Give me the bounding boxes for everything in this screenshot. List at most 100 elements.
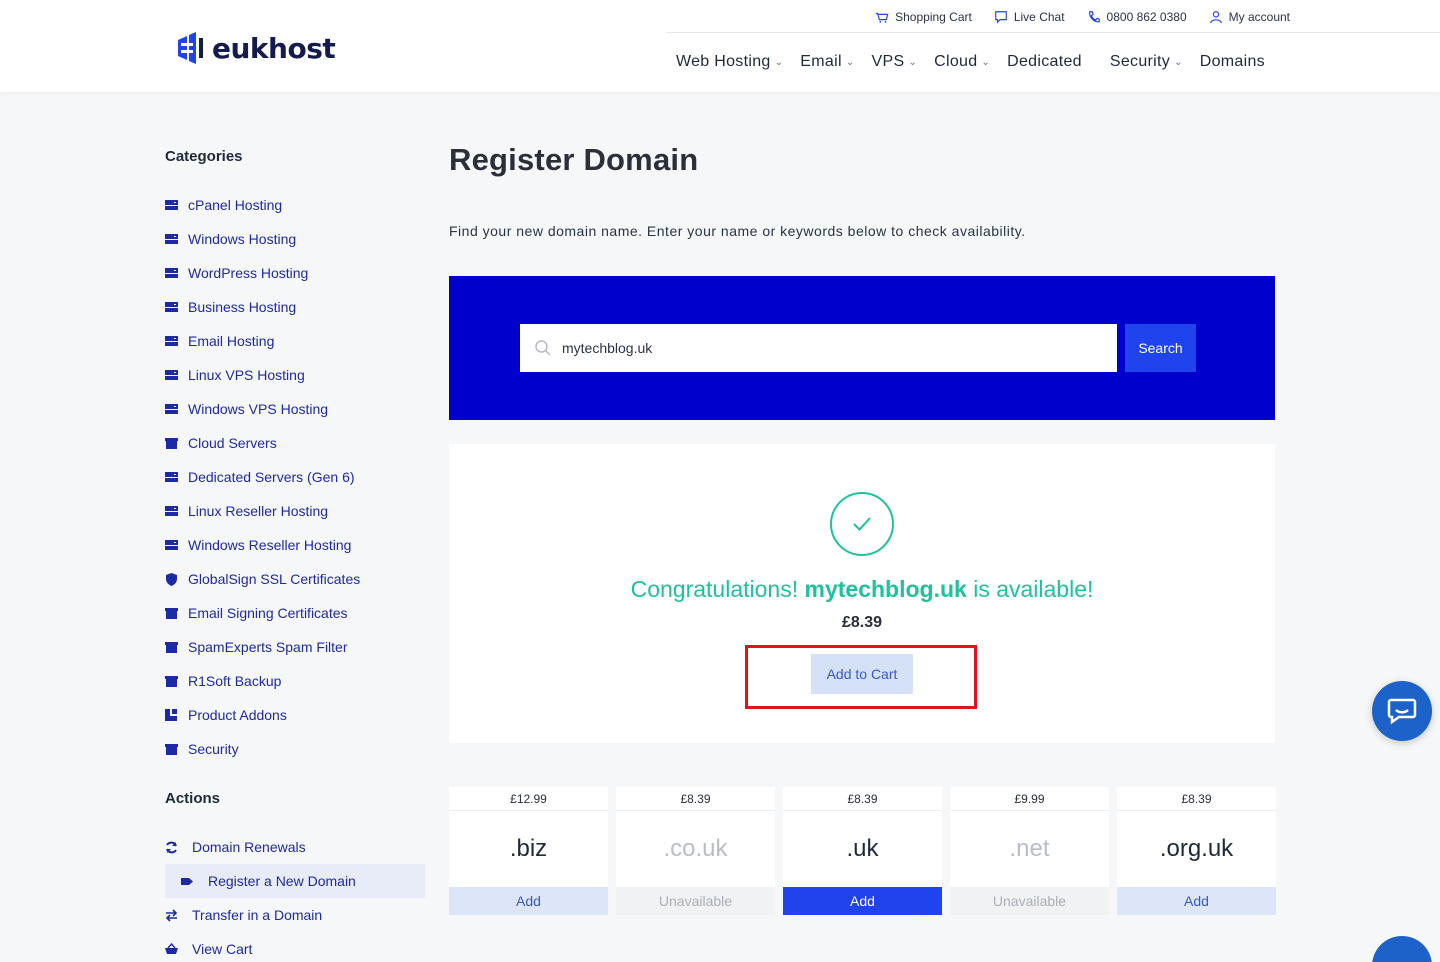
action-view-cart[interactable]: View Cart [165,932,427,962]
sidebar-item-linux-vps-hosting[interactable]: Linux VPS Hosting [165,358,427,392]
server-icon [165,301,178,314]
sidebar-item-label: Security [188,741,239,757]
secondary-chat-widget[interactable] [1372,936,1432,962]
eukhost-logo[interactable]: eukhost [176,30,336,66]
tld-price: £9.99 [950,787,1109,811]
sidebar-item-label: Cloud Servers [188,435,277,451]
action-label: Register a New Domain [208,873,356,889]
server-icon [165,403,178,416]
sidebar-item-linux-reseller-hosting[interactable]: Linux Reseller Hosting [165,494,427,528]
archive-icon [165,437,178,450]
sidebar-item-label: Windows VPS Hosting [188,401,329,417]
sidebar-item-windows-hosting[interactable]: Windows Hosting [165,222,427,256]
tld-name: .org.uk [1159,835,1234,862]
server-icon [165,233,178,246]
tld-suggestions: £12.99 .biz Add £8.39 .co.uk Unavailable £8.39… [449,787,1276,915]
chevron-down-icon: ⌄ [981,56,991,68]
sidebar-item-label: SpamExperts Spam Filter [188,639,348,655]
domain-search-input[interactable]: mytechblog.uk [520,324,1117,372]
live-chat-link[interactable]: Live Chat [994,8,1065,26]
sidebar-item-label: WordPress Hosting [188,265,309,281]
search-icon [535,340,551,356]
add-to-cart-button[interactable]: Add to Cart [811,654,913,694]
my-account-link[interactable]: My account [1209,8,1290,26]
sidebar-item-cloud-servers[interactable]: Cloud Servers [165,426,427,460]
shopping-cart-link[interactable]: Shopping Cart [875,8,972,26]
chevron-down-icon: ⌄ [845,56,855,68]
tld-name: .co.uk [663,835,728,862]
action-label: Transfer in a Domain [192,907,323,923]
chat-bubble-icon [1387,698,1417,725]
phone-number: 0800 862 0380 [1106,10,1187,24]
sidebar-item-wordpress-hosting[interactable]: WordPress Hosting [165,256,427,290]
sidebar-item-label: GlobalSign SSL Certificates [188,571,361,587]
chevron-down-icon: ⌄ [774,56,784,68]
action-transfer-in-a-domain[interactable]: Transfer in a Domain [165,898,427,932]
tld-add-button[interactable]: Add [1117,887,1276,915]
congrats-prefix: Congratulations! [630,576,799,602]
user-icon [1209,11,1222,24]
nav-label: Cloud [934,53,978,70]
server-icon [165,199,178,212]
site-header: eukhost Shopping Cart Live Chat 0800 862… [0,0,1440,92]
categories-list: cPanel Hosting Windows Hosting WordPress H… [165,188,427,766]
server-icon [165,267,178,280]
sidebar-item-label: Linux VPS Hosting [188,367,305,383]
sidebar-item-email-hosting[interactable]: Email Hosting [165,324,427,358]
tld-name: .net [1009,835,1050,862]
sidebar-item-dedicated-servers-gen-6[interactable]: Dedicated Servers (Gen 6) [165,460,427,494]
logo-mark-icon [178,32,203,64]
nav-domains[interactable]: Domains [1200,53,1265,71]
main-navigation: Web Hosting ⌄ Email ⌄ VPS ⌄ Cloud ⌄ Dedicate… [676,50,1282,74]
sidebar-item-security[interactable]: Security [165,732,427,766]
nav-web-hosting[interactable]: Web Hosting ⌄ [676,53,783,71]
action-register-a-new-domain[interactable]: Register a New Domain [165,864,425,898]
my-account-label: My account [1228,10,1290,24]
sidebar-item-spamexperts-spam-filter[interactable]: SpamExperts Spam Filter [165,630,427,664]
availability-message: Congratulations! mytechblog.uk is availa… [449,576,1275,603]
sidebar-item-label: Linux Reseller Hosting [188,503,329,519]
chevron-down-icon: ⌄ [908,56,918,68]
tld-name: .biz [509,835,548,862]
sidebar-item-product-addons[interactable]: Product Addons [165,698,427,732]
sidebar-item-r1soft-backup[interactable]: R1Soft Backup [165,664,427,698]
archive-icon [165,607,178,620]
nav-cloud[interactable]: Cloud ⌄ [934,53,990,71]
shopping-cart-label: Shopping Cart [895,10,972,24]
tld-add-button[interactable]: Add [783,887,942,915]
sidebar-item-label: Email Signing Certificates [188,605,348,621]
tld-add-button[interactable]: Add [449,887,608,915]
chevron-down-icon: ⌄ [1174,56,1183,68]
sidebar-item-windows-reseller-hosting[interactable]: Windows Reseller Hosting [165,528,427,562]
nav-label: Security [1109,53,1171,70]
phone-link[interactable]: 0800 862 0380 [1087,8,1187,26]
sidebar-item-globalsign-ssl-certificates[interactable]: GlobalSign SSL Certificates [165,562,427,596]
sidebar-item-cpanel-hosting[interactable]: cPanel Hosting [165,188,427,222]
sidebar-item-business-hosting[interactable]: Business Hosting [165,290,427,324]
header-divider [666,32,1440,33]
sidebar-item-email-signing-certificates[interactable]: Email Signing Certificates [165,596,427,630]
nav-dedicated[interactable]: Dedicated [1007,53,1082,71]
nav-email[interactable]: Email ⌄ [800,53,854,71]
sidebar-item-windows-vps-hosting[interactable]: Windows VPS Hosting [165,392,427,426]
tld-price: £8.39 [616,787,775,811]
cart-icon [165,942,178,956]
live-chat-widget-button[interactable] [1372,681,1432,741]
action-domain-renewals[interactable]: Domain Renewals [165,830,427,864]
sidebar-item-label: Business Hosting [188,299,297,315]
tld-card-uk: £8.39 .uk Add [783,787,942,915]
search-button[interactable]: Search [1125,324,1196,372]
cubes-icon [165,708,178,722]
sidebar-item-label: cPanel Hosting [188,197,283,213]
tld-unavailable-label: Unavailable [950,887,1109,915]
nav-vps[interactable]: VPS ⌄ [872,53,918,71]
cart-icon [876,12,889,23]
nav-security[interactable]: Security ⌄ [1110,53,1183,71]
sidebar-item-label: Windows Hosting [188,231,297,247]
tld-card-net: £9.99 .net Unavailable [950,787,1109,915]
page-title: Register Domain [449,142,699,177]
availability-result-card: Congratulations! mytechblog.uk is availa… [449,444,1275,743]
nav-label: Email [800,53,842,70]
sidebar-item-label: R1Soft Backup [188,673,282,689]
tag-icon [181,875,194,888]
